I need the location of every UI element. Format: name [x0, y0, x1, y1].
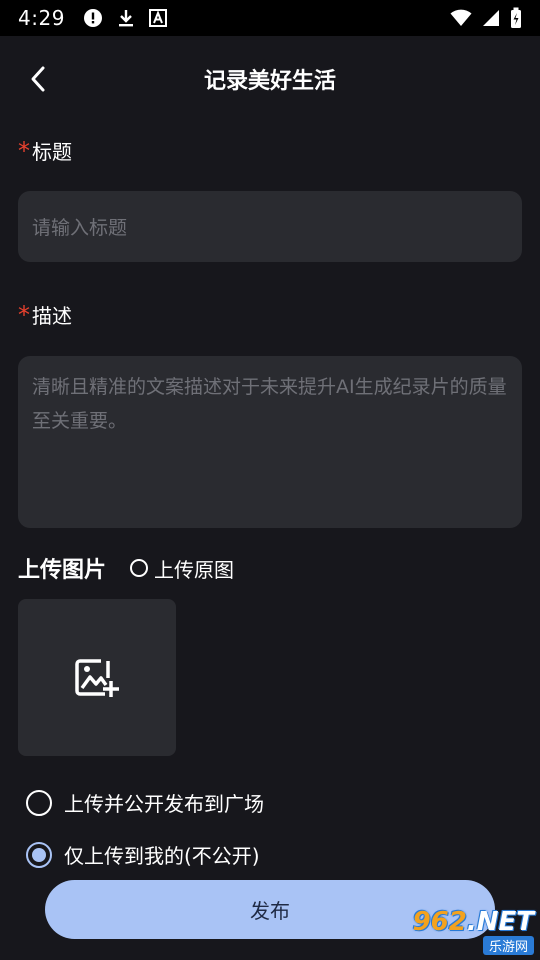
desc-label-text: 描述: [32, 304, 72, 328]
back-button[interactable]: [20, 61, 56, 97]
upload-heading: 上传图片: [18, 558, 107, 583]
upload-section: 上传图片 上传原图: [18, 548, 234, 588]
chevron-left-icon: [31, 66, 45, 92]
a-badge-icon: [148, 9, 167, 27]
title-label-text: 标题: [32, 140, 72, 164]
add-photo-icon: [75, 658, 119, 697]
status-icons-right: [450, 7, 522, 29]
upload-original-toggle[interactable]: 上传原图: [130, 554, 234, 583]
page-title: 记录美好生活: [203, 69, 336, 94]
description-input[interactable]: 清晰且精准的文案描述对于未来提升AI生成纪录片的质量至关重要。: [18, 356, 522, 528]
required-mark: *: [18, 136, 30, 165]
required-mark: *: [18, 300, 30, 329]
desc-label: * 描述: [18, 300, 72, 329]
download-icon: [117, 8, 135, 28]
add-image-button[interactable]: [18, 599, 176, 756]
desc-placeholder: 清晰且精准的文案描述对于未来提升AI生成纪录片的质量至关重要。: [32, 376, 507, 432]
alert-icon: [83, 8, 103, 28]
option-private[interactable]: 仅上传到我的(不公开): [26, 840, 260, 869]
status-time: 4:29: [18, 6, 65, 30]
option-private-label: 仅上传到我的(不公开): [64, 844, 260, 868]
title-input[interactable]: 请输入标题: [18, 191, 522, 262]
option-public-label: 上传并公开发布到广场: [64, 792, 264, 816]
option-public[interactable]: 上传并公开发布到广场: [26, 788, 264, 817]
radio-unchecked-icon: [130, 559, 149, 577]
radio-checked-icon: [26, 841, 52, 868]
watermark-num: 962: [412, 907, 467, 937]
title-label: * 标题: [18, 136, 72, 165]
signal-icon: [482, 9, 500, 27]
watermark-sub: 乐游网: [482, 936, 534, 955]
watermark-suffix: .NET: [466, 907, 534, 937]
title-placeholder: 请输入标题: [32, 217, 128, 239]
radio-dot: [32, 847, 46, 862]
app-bar: 记录美好生活: [0, 44, 540, 114]
upload-original-label: 上传原图: [154, 557, 235, 582]
radio-unchecked-icon: [26, 789, 52, 816]
battery-icon: [510, 7, 522, 29]
watermark-main: 962.NET: [413, 909, 534, 935]
status-icons-left: [83, 8, 167, 28]
watermark-logo: 962.NET 乐游网: [398, 908, 534, 956]
wifi-icon: [450, 9, 472, 27]
status-bar: 4:29: [0, 0, 540, 36]
